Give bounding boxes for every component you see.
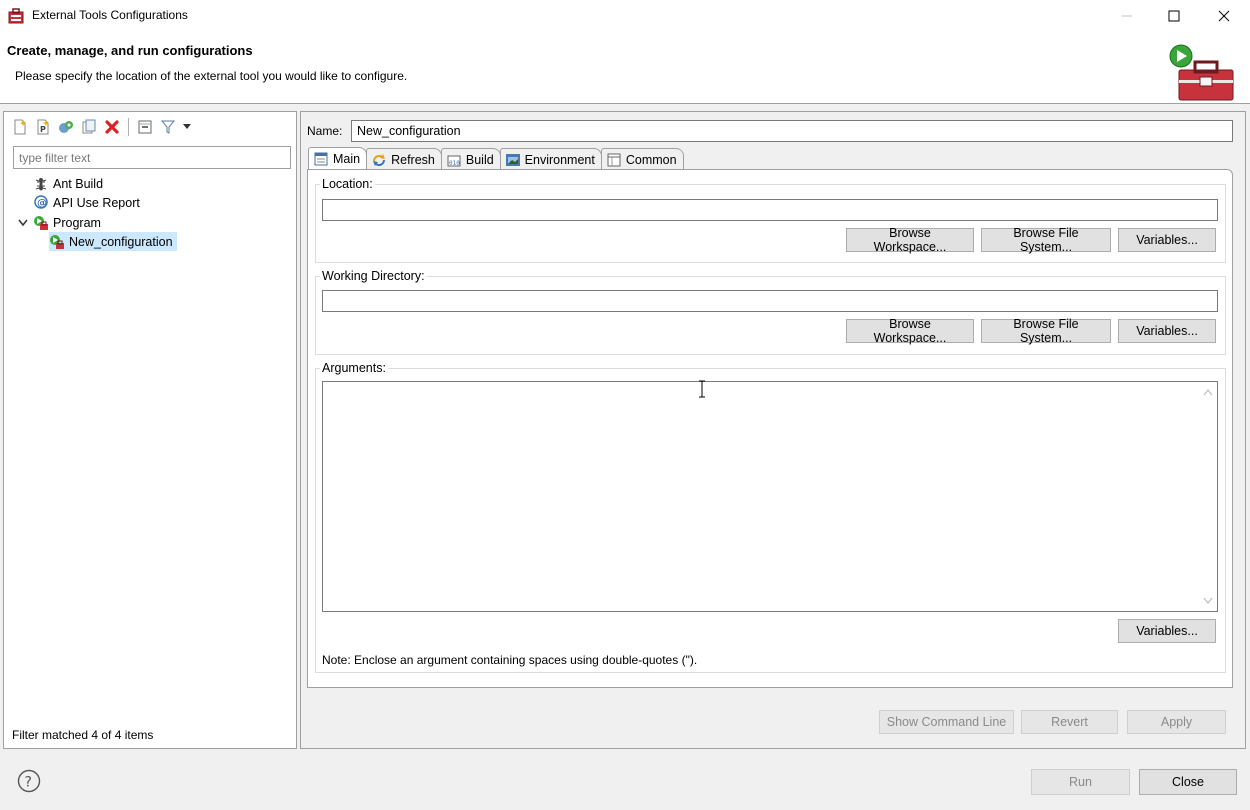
filter-menu-chevron-down-icon[interactable] <box>181 117 193 137</box>
external-tools-icon <box>8 8 24 24</box>
filter-icon[interactable] <box>158 117 178 137</box>
maximize-icon <box>1168 10 1180 22</box>
close-window-button[interactable] <box>1201 0 1247 32</box>
header-title: Create, manage, and run configurations <box>7 43 253 58</box>
tab-label: Refresh <box>391 152 435 167</box>
arguments-variables-button[interactable]: Variables... <box>1118 619 1216 643</box>
tree-item-label: API Use Report <box>53 195 140 210</box>
tree-item-program[interactable]: Program <box>17 213 101 232</box>
configuration-list-panel: P Ant Build @ API Use Report <box>3 111 297 749</box>
location-browse-workspace-button[interactable]: Browse Workspace... <box>846 226 974 254</box>
apply-button[interactable]: Apply <box>1127 710 1226 734</box>
filter-input[interactable] <box>13 146 291 169</box>
toolbar-separator <box>128 118 129 136</box>
delete-icon[interactable] <box>102 117 122 137</box>
title-bar: External Tools Configurations <box>0 0 1250 32</box>
tab-main[interactable]: Main <box>308 147 368 170</box>
header-description: Please specify the location of the exter… <box>15 69 408 83</box>
close-icon <box>1218 10 1230 22</box>
svg-text:@: @ <box>37 198 47 209</box>
configuration-toolbar: P <box>10 116 193 138</box>
show-command-line-button[interactable]: Show Command Line <box>879 710 1014 734</box>
arguments-textarea[interactable] <box>322 381 1218 612</box>
run-button[interactable]: Run <box>1031 769 1130 795</box>
tree-item-ant-build[interactable]: Ant Build <box>33 174 103 193</box>
tab-common[interactable]: Common <box>600 148 684 170</box>
tree-item-api-use-report[interactable]: @ API Use Report <box>33 193 140 212</box>
dialog-header: Create, manage, and run configurations P… <box>0 32 1250 104</box>
environment-icon <box>505 152 521 168</box>
tree-item-new-configuration[interactable]: New_configuration <box>49 232 177 251</box>
working-directory-input[interactable] <box>322 290 1218 312</box>
working-directory-variables-button[interactable]: Variables... <box>1118 319 1216 343</box>
name-input[interactable] <box>351 120 1233 142</box>
new-prototype-icon[interactable]: P <box>33 117 53 137</box>
tab-label: Environment <box>524 152 595 167</box>
arguments-label: Arguments: <box>320 361 388 375</box>
tab-strip: Main Refresh 010 Build Environment Commo… <box>308 147 684 170</box>
tab-build[interactable]: 010 Build <box>440 148 501 170</box>
common-icon <box>606 152 622 168</box>
working-directory-browse-workspace-button[interactable]: Browse Workspace... <box>846 317 974 345</box>
program-config-icon <box>49 234 65 250</box>
ant-icon <box>33 176 49 192</box>
svg-text:P: P <box>40 125 46 134</box>
main-tab-content: Location: Browse Workspace... Browse Fil… <box>307 169 1233 688</box>
tree-item-label: New_configuration <box>69 234 173 249</box>
arguments-note: Note: Enclose an argument containing spa… <box>322 653 698 667</box>
arguments-scrollbar[interactable] <box>1200 383 1216 610</box>
help-icon[interactable]: ? <box>17 769 41 793</box>
text-cursor-icon <box>698 380 706 401</box>
tab-label: Common <box>625 152 677 167</box>
maximize-button[interactable] <box>1151 0 1197 32</box>
working-directory-browse-filesystem-button[interactable]: Browse File System... <box>981 317 1111 345</box>
collapse-all-icon[interactable] <box>135 117 155 137</box>
filter-status: Filter matched 4 of 4 items <box>12 728 154 742</box>
close-button[interactable]: Close <box>1139 769 1237 795</box>
location-input[interactable] <box>322 199 1218 221</box>
duplicate-icon[interactable] <box>79 117 99 137</box>
location-variables-button[interactable]: Variables... <box>1118 228 1216 252</box>
refresh-icon <box>371 152 387 168</box>
tab-environment[interactable]: Environment <box>499 148 602 170</box>
minimize-icon <box>1122 15 1132 17</box>
name-label: Name: <box>307 124 343 138</box>
location-browse-filesystem-button[interactable]: Browse File System... <box>981 226 1111 254</box>
toolbox-run-icon <box>1166 44 1236 102</box>
import-configuration-icon[interactable] <box>56 117 76 137</box>
tree-item-label: Program <box>53 215 101 230</box>
location-label: Location: <box>320 177 375 191</box>
window-title: External Tools Configurations <box>32 8 188 22</box>
main-tab-icon <box>313 151 329 167</box>
build-icon: 010 <box>446 152 462 168</box>
program-icon <box>33 215 49 231</box>
tab-label: Main <box>333 152 361 166</box>
svg-text:?: ? <box>25 775 32 791</box>
api-report-icon: @ <box>33 195 49 211</box>
new-configuration-icon[interactable] <box>10 117 30 137</box>
tab-label: Build <box>465 152 494 167</box>
configuration-editor-panel: Name: Main Refresh 010 Build Environment <box>300 111 1246 749</box>
revert-button[interactable]: Revert <box>1021 710 1118 734</box>
tab-refresh[interactable]: Refresh <box>366 148 442 170</box>
svg-text:010: 010 <box>449 160 460 167</box>
tree-item-label: Ant Build <box>53 176 104 191</box>
minimize-button[interactable] <box>1104 0 1150 32</box>
working-directory-label: Working Directory: <box>320 269 427 283</box>
chevron-down-icon[interactable] <box>17 215 29 231</box>
